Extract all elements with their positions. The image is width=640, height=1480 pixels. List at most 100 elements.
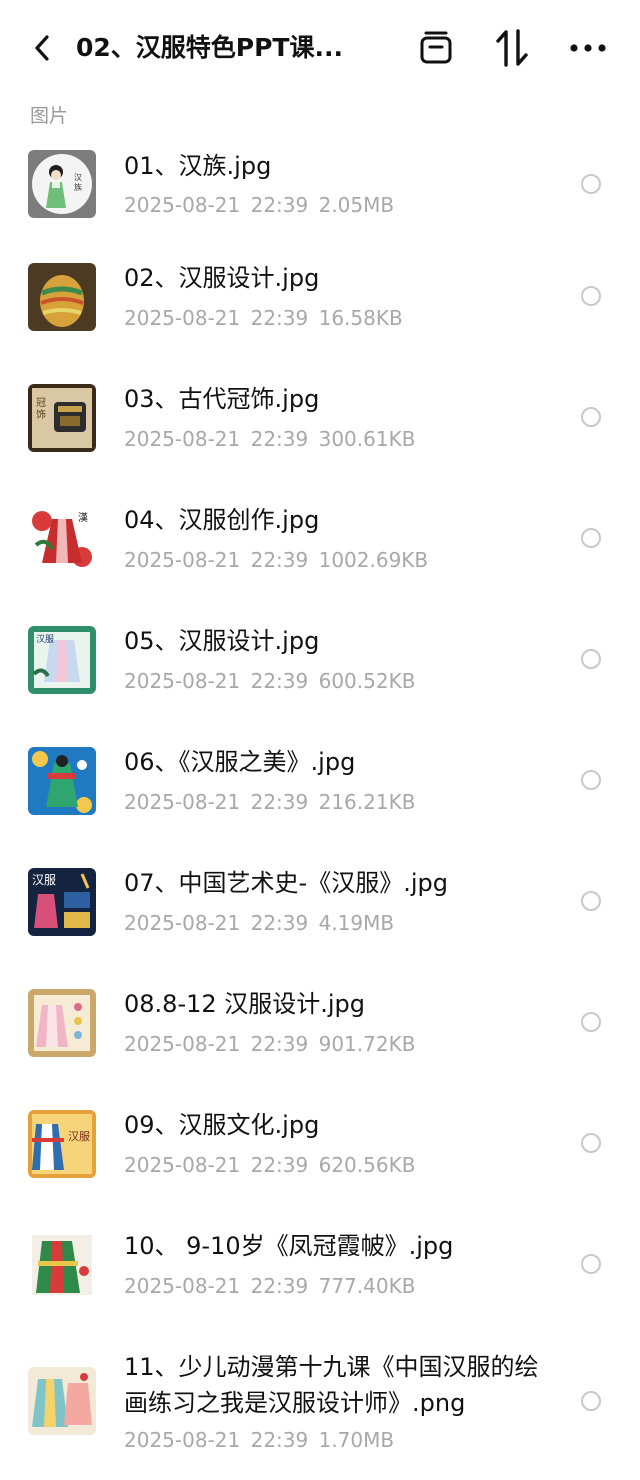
file-size: 2.05MB xyxy=(318,193,395,217)
file-size: 216.21KB xyxy=(318,790,416,814)
chevron-left-icon xyxy=(35,35,49,61)
file-meta: 2025-08-21 22:39 1002.69KB xyxy=(124,547,428,573)
select-radio[interactable] xyxy=(581,528,601,548)
file-item[interactable]: 汉服 07、中国艺术史-《汉服》.jpg 2025-08-21 22:39 4.… xyxy=(0,857,640,953)
file-thumbnail: 汉 族 xyxy=(28,150,96,218)
file-item[interactable]: 10、 9-10岁《凤冠霞帔》.jpg 2025-08-21 22:39 777… xyxy=(0,1220,640,1316)
select-radio[interactable] xyxy=(581,649,601,669)
file-date: 2025-08-21 xyxy=(124,1032,241,1056)
file-item[interactable]: 汉服 09、汉服文化.jpg 2025-08-21 22:39 620.56KB xyxy=(0,1099,640,1195)
section-label-images: 图片 xyxy=(30,105,69,127)
svg-text:冠: 冠 xyxy=(36,397,46,409)
file-item[interactable]: 02、汉服设计.jpg 2025-08-21 22:39 16.58KB xyxy=(0,252,640,348)
file-meta: 2025-08-21 22:39 600.52KB xyxy=(124,668,415,694)
file-time: 22:39 xyxy=(250,548,309,572)
file-name: 11、少儿动漫第十九课《中国汉服的绘画练习之我是汉服设计师》.png xyxy=(124,1353,539,1417)
file-date: 2025-08-21 xyxy=(124,306,241,330)
file-item[interactable]: 汉 族 01、汉族.jpg 2025-08-21 22:39 2.05MB xyxy=(0,140,640,236)
file-name: 09、汉服文化.jpg xyxy=(124,1111,320,1139)
select-radio[interactable] xyxy=(581,1133,601,1153)
file-size: 16.58KB xyxy=(318,306,403,330)
file-size: 620.56KB xyxy=(318,1153,416,1177)
file-size: 1002.69KB xyxy=(318,548,429,572)
file-time: 22:39 xyxy=(250,1032,309,1056)
file-size: 1.70MB xyxy=(318,1428,395,1452)
select-radio[interactable] xyxy=(581,891,601,911)
file-size: 777.40KB xyxy=(318,1274,416,1298)
file-thumbnail xyxy=(28,989,96,1057)
page-title: 02、汉服特色PPT课... xyxy=(76,33,343,62)
file-item[interactable]: 06、《汉服之美》.jpg 2025-08-21 22:39 216.21KB xyxy=(0,736,640,832)
file-meta: 2025-08-21 22:39 300.61KB xyxy=(124,426,415,452)
svg-text:饰: 饰 xyxy=(36,408,46,421)
file-name: 08.8-12 汉服设计.jpg xyxy=(124,990,366,1018)
file-date: 2025-08-21 xyxy=(124,790,241,814)
svg-text:漢: 漢 xyxy=(78,511,88,524)
select-radio[interactable] xyxy=(581,286,601,306)
file-thumbnail xyxy=(28,1231,96,1299)
file-size: 600.52KB xyxy=(318,669,416,693)
file-thumbnail: 冠 饰 xyxy=(28,384,96,452)
file-thumbnail: 汉服 xyxy=(28,868,96,936)
svg-text:汉服: 汉服 xyxy=(36,634,54,645)
file-date: 2025-08-21 xyxy=(124,911,241,935)
select-radio[interactable] xyxy=(581,1391,601,1411)
file-thumbnail xyxy=(28,747,96,815)
file-size: 901.72KB xyxy=(318,1032,416,1056)
file-size: 4.19MB xyxy=(318,911,395,935)
file-thumbnail: 汉服 xyxy=(28,1110,96,1178)
file-thumbnail: 汉服 xyxy=(28,626,96,694)
file-date: 2025-08-21 xyxy=(124,1274,241,1298)
file-meta: 2025-08-21 22:39 4.19MB xyxy=(124,910,394,936)
select-radio[interactable] xyxy=(581,407,601,427)
select-radio[interactable] xyxy=(581,770,601,790)
file-time: 22:39 xyxy=(250,1274,309,1298)
file-time: 22:39 xyxy=(250,790,309,814)
file-time: 22:39 xyxy=(250,1428,309,1452)
svg-text:汉服: 汉服 xyxy=(32,873,56,887)
file-date: 2025-08-21 xyxy=(124,1153,241,1177)
file-meta: 2025-08-21 22:39 777.40KB xyxy=(124,1273,415,1299)
sort-arrows-icon xyxy=(496,29,528,67)
select-radio[interactable] xyxy=(581,174,601,194)
file-date: 2025-08-21 xyxy=(124,427,241,451)
file-name: 03、古代冠饰.jpg xyxy=(124,385,320,413)
file-name: 07、中国艺术史-《汉服》.jpg xyxy=(124,869,448,897)
file-name: 02、汉服设计.jpg xyxy=(124,264,320,292)
file-thumbnail: 漢 xyxy=(28,505,96,573)
file-item[interactable]: 11、少儿动漫第十九课《中国汉服的绘画练习之我是汉服设计师》.png 2025-… xyxy=(0,1341,640,1469)
more-button[interactable] xyxy=(566,26,610,70)
file-item[interactable]: 漢 04、汉服创作.jpg 2025-08-21 22:39 1002.69KB xyxy=(0,494,640,590)
file-time: 22:39 xyxy=(250,427,309,451)
file-date: 2025-08-21 xyxy=(124,548,241,572)
svg-text:族: 族 xyxy=(74,182,82,192)
file-name: 06、《汉服之美》.jpg xyxy=(124,748,356,776)
select-radio[interactable] xyxy=(581,1012,601,1032)
file-meta: 2025-08-21 22:39 1.70MB xyxy=(124,1427,394,1453)
file-date: 2025-08-21 xyxy=(124,193,241,217)
file-thumbnail xyxy=(28,263,96,331)
file-item[interactable]: 汉服 05、汉服设计.jpg 2025-08-21 22:39 600.52KB xyxy=(0,615,640,711)
sort-button[interactable] xyxy=(490,26,534,70)
select-radio[interactable] xyxy=(581,1254,601,1274)
file-time: 22:39 xyxy=(250,911,309,935)
file-time: 22:39 xyxy=(250,193,309,217)
file-meta: 2025-08-21 22:39 620.56KB xyxy=(124,1152,415,1178)
file-name: 05、汉服设计.jpg xyxy=(124,627,320,655)
file-item[interactable]: 冠 饰 03、古代冠饰.jpg 2025-08-21 22:39 300.61K… xyxy=(0,373,640,469)
file-name: 01、汉族.jpg xyxy=(124,152,272,180)
file-time: 22:39 xyxy=(250,669,309,693)
file-size: 300.61KB xyxy=(318,427,416,451)
archive-button[interactable] xyxy=(414,26,458,70)
file-meta: 2025-08-21 22:39 2.05MB xyxy=(124,192,394,218)
file-name: 10、 9-10岁《凤冠霞帔》.jpg xyxy=(124,1232,454,1260)
file-time: 22:39 xyxy=(250,306,309,330)
file-thumbnail xyxy=(28,1367,96,1435)
svg-text:汉服: 汉服 xyxy=(68,1130,90,1143)
file-meta: 2025-08-21 22:39 16.58KB xyxy=(124,305,403,331)
more-dots-icon xyxy=(570,44,606,52)
svg-text:汉: 汉 xyxy=(74,173,82,182)
back-button[interactable] xyxy=(26,30,58,66)
file-date: 2025-08-21 xyxy=(124,1428,241,1452)
file-item[interactable]: 08.8-12 汉服设计.jpg 2025-08-21 22:39 901.72… xyxy=(0,978,640,1074)
